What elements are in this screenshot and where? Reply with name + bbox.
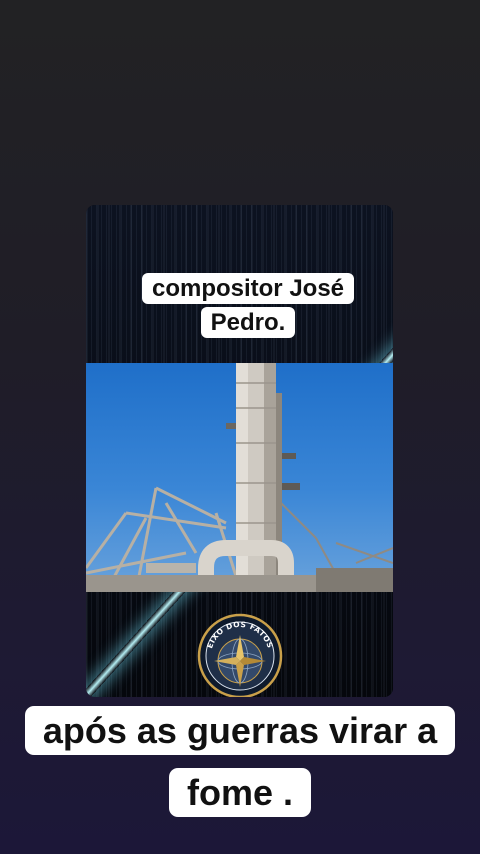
top-caption: compositor José Pedro. (126, 272, 370, 340)
video-card: compositor José Pedro. EIXO DOS FATOS (86, 205, 393, 697)
compass-rose-icon: EIXO DOS FATOS (197, 613, 283, 697)
eixo-dos-fatos-logo: EIXO DOS FATOS (197, 613, 283, 697)
top-caption-text: compositor José Pedro. (141, 273, 355, 338)
refinery-photo (86, 363, 393, 592)
refinery-tower-image (86, 363, 393, 592)
bottom-caption: após as guerras virar a fome . (20, 700, 460, 824)
bottom-caption-text: após as guerras virar a fome . (24, 706, 456, 817)
